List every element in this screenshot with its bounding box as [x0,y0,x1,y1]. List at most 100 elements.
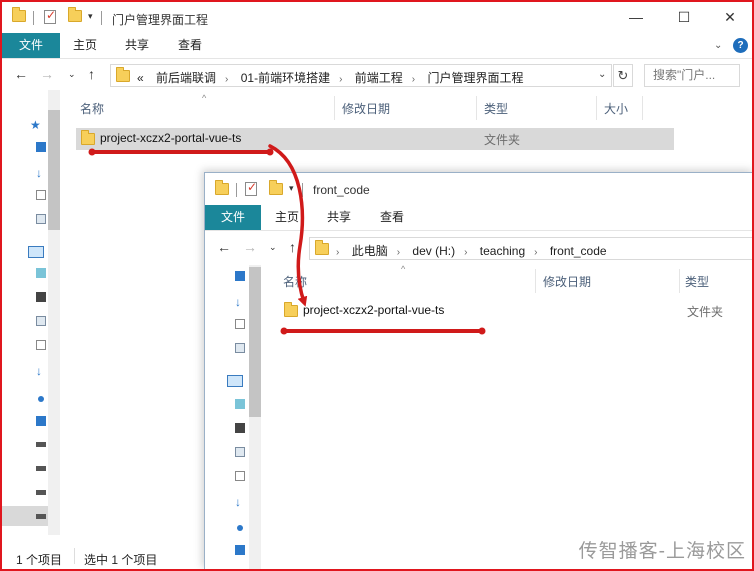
tab-file[interactable]: 文件 [205,205,261,230]
desktop-icon[interactable] [36,142,46,152]
column-divider[interactable] [476,96,477,120]
breadcrumb-item[interactable]: 前端工程 [355,71,403,85]
tab-view[interactable]: 查看 [178,33,202,58]
properties-check-icon[interactable] [245,180,257,198]
chevron-right-icon[interactable]: › [412,74,415,85]
up-arrow-icon[interactable]: ↑ [289,239,296,255]
nav-scrollbar-thumb[interactable] [48,110,60,230]
column-type[interactable]: 类型 [685,273,709,290]
address-bar[interactable]: « 前后端联调 › 01-前端环境搭建 › 前端工程 › 门户管理界面工程 ⌄ [110,64,612,87]
chevron-right-icon[interactable]: › [397,247,400,258]
search-input[interactable]: 搜索"门户... [644,64,740,87]
pictures-icon[interactable] [235,343,245,353]
chevron-right-icon[interactable]: › [464,247,467,258]
quick-access-star-icon[interactable]: ★ [30,118,41,132]
column-size[interactable]: 大小 [604,100,628,117]
this-pc-icon[interactable] [28,246,44,258]
column-type[interactable]: 类型 [484,100,508,117]
chevron-right-icon[interactable]: › [339,74,342,85]
chevron-down-icon[interactable]: ⌄ [598,69,606,80]
forward-arrow-icon[interactable]: → [243,239,257,255]
breadcrumb-overflow[interactable]: « [137,71,144,85]
nav-scrollbar[interactable] [48,90,60,535]
expand-ribbon-icon[interactable]: ⌄ [714,40,722,51]
status-selected-count: 选中 1 个项目 [84,553,158,567]
column-divider[interactable] [535,269,536,293]
chevron-right-icon[interactable]: › [534,247,537,258]
minimize-button[interactable]: — [614,6,658,30]
folder-icon [12,7,26,26]
music-icon[interactable] [237,525,243,531]
desktop-icon[interactable] [235,545,245,555]
breadcrumb-item[interactable]: 此电脑 [352,244,388,258]
back-arrow-icon[interactable]: ← [14,66,28,82]
documents-icon[interactable] [36,340,46,350]
column-divider[interactable] [334,96,335,120]
download-icon[interactable]: ↓ [235,495,245,509]
recent-locations-icon[interactable]: ⌄ [269,242,277,253]
maximize-button[interactable]: ☐ [662,6,706,30]
breadcrumb-item[interactable]: 前后端联调 [156,71,216,85]
column-date-modified[interactable]: 修改日期 [543,273,591,290]
column-name[interactable]: 名称 [80,100,104,117]
drive-icon[interactable] [36,466,46,471]
address-bar[interactable]: › 此电脑 › dev (H:) › teaching › front_code [309,237,754,260]
tab-view[interactable]: 查看 [380,205,404,230]
up-arrow-icon[interactable]: ↑ [88,66,95,82]
tab-share[interactable]: 共享 [327,205,351,230]
download-icon[interactable]: ↓ [36,364,46,378]
new-folder-icon[interactable] [269,180,283,199]
customize-toolbar-icon[interactable]: ▾ [289,183,294,199]
pictures-icon[interactable] [36,316,46,326]
properties-check-icon[interactable] [44,8,56,26]
breadcrumb-item[interactable]: 01-前端环境搭建 [241,71,330,85]
file-row[interactable]: project-xczx2-portal-vue-ts 文件夹 [279,300,754,322]
breadcrumb-item[interactable]: dev (H:) [412,244,455,258]
chevron-right-icon[interactable]: › [225,74,228,85]
breadcrumb-item[interactable]: 门户管理界面工程 [427,71,523,85]
nav-scrollbar-thumb[interactable] [249,267,261,417]
close-button[interactable]: ✕ [708,6,752,30]
column-divider[interactable] [679,269,680,293]
music-icon[interactable] [38,396,44,402]
download-icon[interactable]: ↓ [235,295,245,309]
pictures-icon[interactable] [235,447,245,457]
drive-icon[interactable] [36,490,46,495]
new-folder-icon[interactable] [68,7,82,26]
drive-icon[interactable] [36,442,46,447]
tab-file[interactable]: 文件 [2,33,60,58]
column-divider[interactable] [596,96,597,120]
tab-home[interactable]: 主页 [73,33,97,58]
3d-objects-icon[interactable] [36,268,46,278]
column-date-modified[interactable]: 修改日期 [342,100,390,117]
back-arrow-icon[interactable]: ← [217,239,231,255]
forward-arrow-icon[interactable]: → [40,66,54,82]
status-item-count: 1 个项目 [16,553,63,567]
nav-item-selected[interactable] [2,506,48,526]
3d-objects-icon[interactable] [235,399,245,409]
breadcrumb-item[interactable]: teaching [480,244,525,258]
tab-share[interactable]: 共享 [125,33,149,58]
customize-toolbar-icon[interactable]: ▾ [88,11,93,27]
chevron-right-icon[interactable]: › [336,247,339,258]
download-icon[interactable]: ↓ [36,166,46,180]
help-icon[interactable]: ? [733,38,748,53]
videos-icon[interactable] [235,423,245,433]
nav-scrollbar[interactable] [249,265,261,570]
column-divider[interactable] [642,96,643,120]
desktop-icon[interactable] [235,271,245,281]
tab-home[interactable]: 主页 [275,205,299,230]
documents-icon[interactable] [235,319,245,329]
documents-icon[interactable] [235,471,245,481]
recent-locations-icon[interactable]: ⌄ [68,69,76,80]
file-row[interactable]: project-xczx2-portal-vue-ts 文件夹 [76,128,674,150]
videos-icon[interactable] [36,292,46,302]
desktop-icon[interactable] [36,416,46,426]
pictures-icon[interactable] [36,214,46,224]
refresh-icon[interactable]: ↻ [613,64,633,87]
documents-icon[interactable] [36,190,46,200]
divider [236,183,237,197]
breadcrumb-item[interactable]: front_code [550,244,607,258]
this-pc-icon[interactable] [227,375,243,387]
column-name[interactable]: 名称 [283,273,307,290]
